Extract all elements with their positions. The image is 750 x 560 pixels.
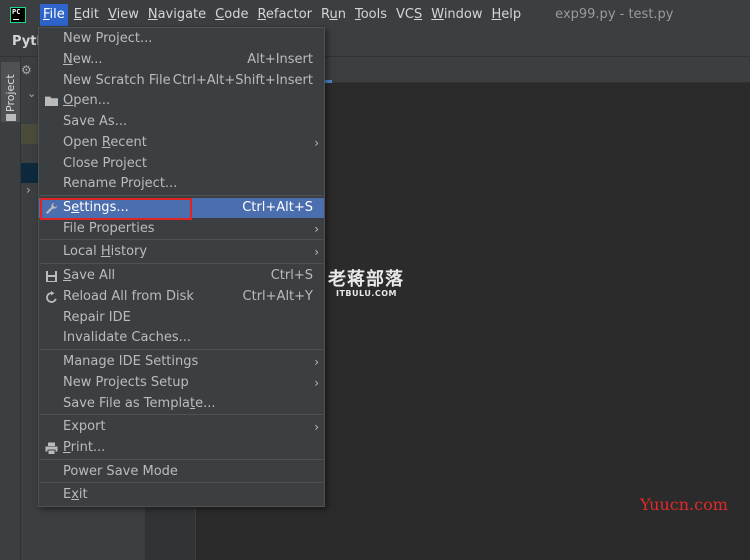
menu-item-label: New Scratch File <box>63 73 171 88</box>
menu-item-print[interactable]: Print... <box>39 438 324 458</box>
file-menu-dropdown: New Project... New... Alt+Insert New Scratc… <box>38 27 325 507</box>
menu-edit[interactable]: Edit <box>71 4 102 26</box>
menu-item-label: Open... <box>63 93 111 108</box>
menu-item-label: Exit <box>63 487 88 502</box>
print-icon <box>45 442 58 455</box>
menu-item-invalidate-caches[interactable]: Invalidate Caches... <box>39 328 324 348</box>
menu-separator <box>40 459 323 460</box>
menu-item-label: Close Project <box>63 156 148 171</box>
menu-separator <box>40 263 323 264</box>
menu-item-label: Local History <box>63 244 148 259</box>
menu-bar: PC File Edit View Navigate Code Refactor Run To… <box>0 0 750 29</box>
menu-vcs[interactable]: VCS <box>393 4 425 26</box>
menu-item-label: Save All <box>63 268 116 283</box>
left-tool-strip: Project <box>0 57 21 560</box>
menu-item-label: Export <box>63 419 106 434</box>
settings-highlight-box <box>40 198 192 220</box>
menu-item-label: Manage IDE Settings <box>63 354 199 369</box>
chevron-right-icon: › <box>314 420 319 434</box>
reload-icon <box>45 291 58 303</box>
menu-item-shortcut: Ctrl+S <box>270 268 313 283</box>
menu-item-exit[interactable]: Exit <box>39 485 324 505</box>
menu-item-shortcut: Ctrl+Alt+S <box>242 200 313 215</box>
menu-item-label: Print... <box>63 440 106 455</box>
menu-item-shortcut: Ctrl+Alt+Y <box>242 289 313 304</box>
menu-item-rename-project[interactable]: Rename Project... <box>39 174 324 194</box>
menu-separator <box>40 414 323 415</box>
chevron-right-icon: › <box>314 222 319 236</box>
menu-item-reload-all-from-disk[interactable]: Reload All from Disk Ctrl+Alt+Y <box>39 287 324 307</box>
corner-watermark: Yuucn.com <box>640 495 728 514</box>
menu-item-shortcut: Alt+Insert <box>247 52 313 67</box>
menu-item-export[interactable]: Export › <box>39 417 324 437</box>
menu-item-open-recent[interactable]: Open Recent › <box>39 133 324 153</box>
menu-item-label: New... <box>63 52 103 67</box>
menu-item-new-scratch-file[interactable]: New Scratch File Ctrl+Alt+Shift+Insert <box>39 71 324 91</box>
pycharm-logo-icon: PC <box>10 6 26 23</box>
menu-item-file-properties[interactable]: File Properties › <box>39 219 324 239</box>
menu-separator <box>40 482 323 483</box>
menu-item-manage-ide-settings[interactable]: Manage IDE Settings › <box>39 352 324 372</box>
menu-separator <box>40 349 323 350</box>
menu-item-shortcut: Ctrl+Alt+Shift+Insert <box>172 73 313 88</box>
menu-item-label: Save File as Template... <box>63 396 216 411</box>
chevron-right-icon: › <box>314 355 319 369</box>
menu-navigate[interactable]: Navigate <box>145 4 209 26</box>
menu-item-label: File Properties <box>63 221 155 236</box>
menu-item-new[interactable]: New... Alt+Insert <box>39 50 324 70</box>
menu-item-label: Rename Project... <box>63 176 178 191</box>
menu-item-repair-ide[interactable]: Repair IDE <box>39 308 324 328</box>
menu-separator <box>40 239 323 240</box>
menu-item-label: New Project... <box>63 31 153 46</box>
project-tool-button[interactable]: Project <box>1 62 20 122</box>
chevron-right-icon: › <box>314 245 319 259</box>
menu-item-label: New Projects Setup <box>63 375 189 390</box>
chevron-right-icon: › <box>314 376 319 390</box>
menu-item-save-file-as-template[interactable]: Save File as Template... <box>39 394 324 414</box>
menu-item-open[interactable]: Open... <box>39 91 324 111</box>
menu-item-new-projects-setup[interactable]: New Projects Setup › <box>39 373 324 393</box>
menu-item-label: Repair IDE <box>63 310 131 325</box>
menu-run[interactable]: Run <box>318 4 349 26</box>
chevron-right-icon[interactable]: › <box>26 183 31 197</box>
menu-code[interactable]: Code <box>212 4 251 26</box>
menu-item-save-as[interactable]: Save As... <box>39 112 324 132</box>
menu-item-local-history[interactable]: Local History › <box>39 242 324 262</box>
chevron-down-icon[interactable]: ⌄ <box>27 87 36 100</box>
menu-item-power-save-mode[interactable]: Power Save Mode <box>39 462 324 482</box>
menu-refactor[interactable]: Refactor <box>254 4 315 26</box>
project-tool-label: Project <box>4 74 17 112</box>
chevron-right-icon: › <box>314 136 319 150</box>
watermark-subtext: ITBULU.COM <box>336 289 398 298</box>
menu-item-save-all[interactable]: Save All Ctrl+S <box>39 266 324 286</box>
menu-item-label: Reload All from Disk <box>63 289 194 304</box>
watermark-text: 老蒋部落 <box>328 269 404 290</box>
menu-file[interactable]: File <box>40 3 68 26</box>
menu-item-label: Open Recent <box>63 135 147 150</box>
window-title: exp99.py - test.py <box>555 7 674 22</box>
gear-icon[interactable]: ⚙ <box>21 63 32 77</box>
menu-tools[interactable]: Tools <box>352 4 390 26</box>
menu-window[interactable]: Window <box>428 4 485 26</box>
menu-item-label: Power Save Mode <box>63 464 178 479</box>
menu-item-label: Save As... <box>63 114 128 129</box>
menu-separator <box>40 195 323 196</box>
folder-icon <box>45 95 58 107</box>
menu-item-close-project[interactable]: Close Project <box>39 154 324 174</box>
project-folder-icon <box>6 114 16 121</box>
menu-item-label: Invalidate Caches... <box>63 330 192 345</box>
save-icon <box>45 270 58 282</box>
menu-view[interactable]: View <box>105 4 142 26</box>
menu-help[interactable]: Help <box>489 4 525 26</box>
menu-item-new-project[interactable]: New Project... <box>39 29 324 49</box>
